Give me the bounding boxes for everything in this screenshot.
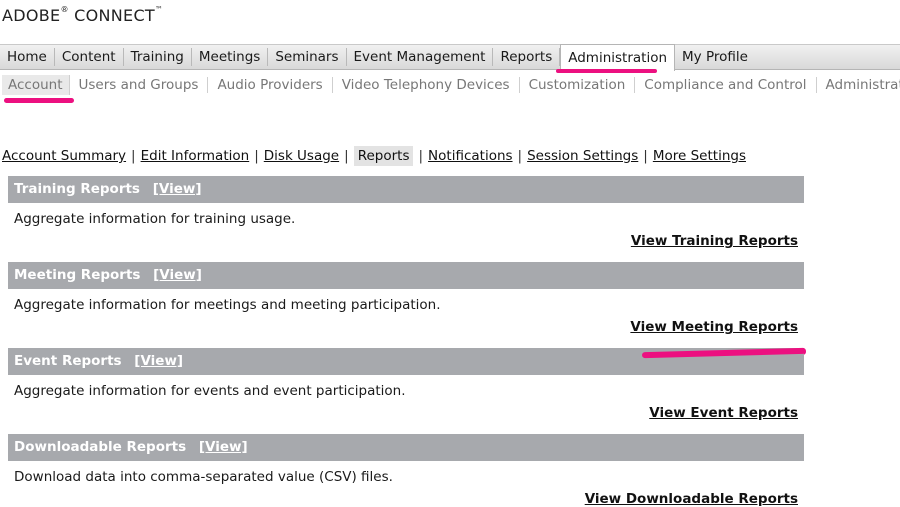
tab-account-summary[interactable]: Account Summary <box>2 148 126 164</box>
section-description: Aggregate information for events and eve… <box>14 383 406 399</box>
subnav-account[interactable]: Account <box>2 75 70 95</box>
subnav-video-telephony-devices[interactable]: Video Telephony Devices <box>333 77 520 93</box>
tab-separator: | <box>344 148 349 164</box>
nav-training[interactable]: Training <box>124 48 192 66</box>
adobe-connect-logo: ADOBE® CONNECT™ <box>2 5 164 25</box>
highlight-account <box>4 98 74 103</box>
view-downloadable-reports-link[interactable]: View Downloadable Reports <box>8 491 804 507</box>
main-nav: Home Content Training Meetings Seminars … <box>0 43 900 71</box>
downloadable-reports-section: Downloadable Reports [View] Download dat… <box>8 434 804 507</box>
account-tabs: Account Summary | Edit Information | Disk Us… <box>2 146 746 166</box>
tab-separator: | <box>254 148 259 164</box>
nav-administration[interactable]: Administration <box>560 43 676 71</box>
section-header: Meeting Reports [View] <box>8 262 804 289</box>
tab-disk-usage[interactable]: Disk Usage <box>264 148 339 164</box>
tab-separator: | <box>131 148 136 164</box>
section-title: Event Reports <box>14 353 122 369</box>
highlight-administration <box>556 69 657 73</box>
tab-separator: | <box>643 148 648 164</box>
section-description: Download data into comma-separated value… <box>14 469 393 485</box>
section-description: Aggregate information for training usage… <box>14 211 296 227</box>
nav-seminars[interactable]: Seminars <box>268 48 347 66</box>
meeting-reports-section: Meeting Reports [View] Aggregate informa… <box>8 262 804 335</box>
tab-more-settings[interactable]: More Settings <box>653 148 746 164</box>
nav-meetings[interactable]: Meetings <box>192 48 269 66</box>
view-link[interactable]: [View] <box>153 181 202 197</box>
subnav-compliance-and-control[interactable]: Compliance and Control <box>635 77 817 93</box>
training-reports-section: Training Reports [View] Aggregate inform… <box>8 176 804 249</box>
view-meeting-reports-link[interactable]: View Meeting Reports <box>8 319 804 335</box>
view-link[interactable]: [View] <box>199 439 248 455</box>
tab-separator: | <box>517 148 523 164</box>
tab-notifications[interactable]: Notifications <box>428 148 513 164</box>
nav-my-profile[interactable]: My Profile <box>675 48 755 66</box>
view-event-reports-link[interactable]: View Event Reports <box>8 405 804 421</box>
tab-session-settings[interactable]: Session Settings <box>527 148 638 164</box>
section-header: Downloadable Reports [View] <box>8 434 804 461</box>
subnav-audio-providers[interactable]: Audio Providers <box>208 77 333 93</box>
subnav-administration[interactable]: Administration <box>817 77 900 93</box>
tab-reports[interactable]: Reports <box>353 146 414 166</box>
event-reports-section: Event Reports [View] Aggregate informati… <box>8 348 804 421</box>
tab-separator: | <box>418 148 424 164</box>
section-header: Training Reports [View] <box>8 176 804 203</box>
nav-reports[interactable]: Reports <box>493 48 561 66</box>
section-title: Downloadable Reports <box>14 439 187 455</box>
view-link[interactable]: [View] <box>134 353 183 369</box>
tab-edit-information[interactable]: Edit Information <box>141 148 250 164</box>
subnav-customization[interactable]: Customization <box>520 77 636 93</box>
sub-nav: Account Users and Groups Audio Providers… <box>0 74 900 96</box>
section-title: Training Reports <box>14 181 140 197</box>
nav-event-management[interactable]: Event Management <box>347 48 494 66</box>
nav-content[interactable]: Content <box>55 48 124 66</box>
view-training-reports-link[interactable]: View Training Reports <box>8 233 804 249</box>
section-title: Meeting Reports <box>14 267 141 283</box>
subnav-users-and-groups[interactable]: Users and Groups <box>70 77 209 93</box>
view-link[interactable]: [View] <box>153 267 202 283</box>
section-description: Aggregate information for meetings and m… <box>14 297 441 313</box>
nav-home[interactable]: Home <box>0 48 55 66</box>
